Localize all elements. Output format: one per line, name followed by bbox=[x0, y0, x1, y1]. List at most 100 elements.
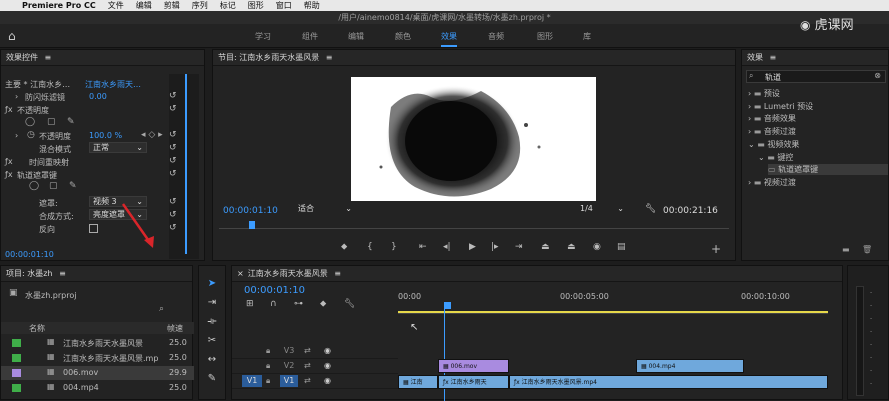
search-input[interactable]: 轨道 bbox=[765, 72, 781, 83]
ripple-edit-icon[interactable]: ⟛ bbox=[205, 316, 219, 330]
reset-icon[interactable]: ↺ bbox=[169, 197, 177, 207]
app-menu[interactable]: Premiere Pro CC bbox=[22, 1, 96, 10]
ellipse-mask-icon-2[interactable]: ◯ bbox=[29, 181, 39, 191]
play-icon[interactable]: ▶ bbox=[469, 242, 476, 252]
effects-tree-item[interactable]: ▭ 轨道遮罩键 bbox=[768, 164, 888, 176]
menu-clip[interactable]: 剪辑 bbox=[164, 0, 180, 11]
add-marker-icon[interactable]: ⬥ bbox=[341, 242, 347, 252]
timeline-timecode[interactable]: 00:00:01:10 bbox=[244, 285, 305, 296]
label-color-swatch[interactable] bbox=[12, 384, 21, 392]
workspace-tab[interactable]: 效果 bbox=[441, 31, 457, 42]
ellipse-mask-icon[interactable]: ◯ bbox=[25, 117, 35, 127]
program-video-frame[interactable] bbox=[351, 77, 596, 201]
eye-icon[interactable]: ◉ bbox=[324, 346, 331, 355]
project-item[interactable]: ▦ 江南水乡雨天水墨风景.mp 25.0 bbox=[1, 351, 194, 365]
chevron-down-icon[interactable]: ⌄ bbox=[748, 140, 757, 149]
lock-icon[interactable]: 🔒︎ bbox=[266, 376, 270, 386]
source-patch[interactable]: V1 bbox=[242, 375, 262, 387]
sync-lock-icon[interactable]: ⇄ bbox=[304, 346, 311, 355]
go-to-out-icon[interactable]: ⇥ bbox=[515, 242, 523, 252]
blend-mode-select[interactable]: 正常 ⌄ bbox=[89, 142, 147, 153]
clip-path[interactable]: 主要 * 江南水乡… bbox=[5, 79, 70, 90]
new-bin-icon[interactable]: ▬ bbox=[842, 245, 850, 254]
comparison-view-icon[interactable]: ▤ bbox=[617, 242, 626, 252]
keyframe-icon[interactable]: ◂ ◇ ▸ bbox=[141, 130, 163, 140]
col-rate[interactable]: 帧速 bbox=[167, 323, 183, 334]
track-target[interactable]: V3 bbox=[280, 345, 298, 357]
extract-icon[interactable]: ⏏ bbox=[567, 242, 576, 252]
opacity-section[interactable]: 不透明度 bbox=[17, 105, 49, 116]
reset-icon[interactable]: ↺ bbox=[169, 91, 177, 101]
slip-tool-icon[interactable]: ↔ bbox=[205, 354, 219, 368]
pen-tool-icon[interactable]: ✎ bbox=[205, 373, 219, 387]
opacity-value[interactable]: 100.0 % bbox=[89, 131, 122, 140]
time-ruler[interactable]: 00:00 00:00:05:00 00:00:10:00 bbox=[398, 284, 828, 314]
work-area-bar[interactable] bbox=[398, 311, 828, 313]
clip-v1-b[interactable]: ƒx 江南水乡雨天 bbox=[438, 375, 509, 389]
track-select-icon[interactable]: ⇥ bbox=[205, 297, 219, 311]
project-header[interactable]: 项目: 水墨zh ≡ bbox=[1, 266, 192, 282]
track-matte-section[interactable]: 轨道遮罩键 bbox=[17, 170, 57, 181]
workspace-tab[interactable]: 库 bbox=[583, 31, 591, 42]
workspace-tab[interactable]: 颜色 bbox=[395, 31, 411, 42]
linked-select-icon[interactable]: ⊶ bbox=[294, 299, 303, 309]
step-forward-icon[interactable]: |▸ bbox=[491, 242, 499, 252]
track-target[interactable]: V1 bbox=[280, 375, 298, 387]
effects-search[interactable]: ⌕ 轨道 ⊗ bbox=[746, 70, 886, 83]
nest-icon[interactable]: ⊞ bbox=[246, 299, 254, 309]
stopwatch-icon[interactable]: ◷ bbox=[27, 130, 35, 140]
add-marker-icon[interactable]: ⬥ bbox=[320, 299, 326, 309]
workspace-tab[interactable]: 音频 bbox=[488, 31, 504, 42]
program-playhead[interactable] bbox=[249, 221, 255, 229]
clip-v1-c[interactable]: ƒx 江南水乡雨天水墨风景.mp4 bbox=[509, 375, 828, 389]
effects-tree-item[interactable]: › ▬ 音频过渡 bbox=[748, 126, 796, 137]
label-color-swatch[interactable] bbox=[12, 369, 21, 377]
mini-playhead[interactable] bbox=[185, 74, 187, 254]
workspace-tab[interactable]: 组件 bbox=[302, 31, 318, 42]
project-item[interactable]: ▦ 江南水乡雨天水墨风景 25.0 bbox=[1, 336, 194, 350]
eye-icon[interactable]: ◉ bbox=[324, 376, 331, 385]
sync-lock-icon[interactable]: ⇄ bbox=[304, 361, 311, 370]
mark-out-icon[interactable]: } bbox=[391, 242, 397, 252]
selection-tool-icon[interactable]: ➤ bbox=[205, 278, 219, 292]
wrench-icon[interactable]: 🔧︎ bbox=[645, 204, 656, 214]
lock-icon[interactable]: 🔒︎ bbox=[266, 346, 270, 356]
project-item[interactable]: ▦ 004.mp4 25.0 bbox=[1, 381, 194, 395]
clip-v2-004[interactable]: ▦ 004.mp4 bbox=[636, 359, 744, 373]
quality-select[interactable]: 1/4 ⌄ bbox=[577, 204, 627, 215]
clip-v1-a[interactable]: ▦ 江南 bbox=[398, 375, 438, 389]
menu-graphics[interactable]: 图形 bbox=[248, 0, 264, 11]
effects-tree-item[interactable]: › ▬ 视频过渡 bbox=[748, 177, 796, 188]
label-color-swatch[interactable] bbox=[12, 354, 21, 362]
col-name[interactable]: 名称 bbox=[29, 323, 45, 334]
export-frame-icon[interactable]: ◉ bbox=[593, 242, 601, 252]
menu-help[interactable]: 帮助 bbox=[304, 0, 320, 11]
snap-icon[interactable]: ∩ bbox=[270, 299, 277, 309]
effects-header[interactable]: 效果 ≡ bbox=[742, 50, 888, 66]
home-icon[interactable]: ⌂ bbox=[8, 29, 22, 43]
search-bin-icon[interactable]: ⌕ bbox=[159, 304, 164, 314]
effect-controls-timecode[interactable]: 00:00:01:10 bbox=[5, 250, 54, 259]
reset-icon[interactable]: ↺ bbox=[169, 156, 177, 166]
lift-icon[interactable]: ⏏ bbox=[541, 242, 550, 252]
workspace-tab[interactable]: 学习 bbox=[255, 31, 271, 42]
effects-tree-item[interactable]: › ▬ 音频效果 bbox=[748, 113, 796, 124]
lock-icon[interactable]: 🔒︎ bbox=[266, 361, 270, 371]
menu-window[interactable]: 窗口 bbox=[276, 0, 292, 11]
go-to-in-icon[interactable]: ⇤ bbox=[419, 242, 427, 252]
pen-mask-icon-2[interactable]: ✎ bbox=[69, 181, 77, 191]
effects-tree-item[interactable]: ⌄ ▬ 视频效果 bbox=[748, 139, 799, 150]
razor-tool-icon[interactable]: ✂︎ bbox=[205, 335, 219, 349]
reset-icon[interactable]: ↺ bbox=[169, 210, 177, 220]
mark-in-icon[interactable]: { bbox=[367, 242, 373, 252]
reset-icon[interactable]: ↺ bbox=[169, 169, 177, 179]
menu-file[interactable]: 文件 bbox=[108, 0, 124, 11]
effects-tree-item[interactable]: › ▬ Lumetri 预设 bbox=[748, 101, 813, 112]
timeline-header[interactable]: × 江南水乡雨天水墨风景 ≡ bbox=[232, 266, 842, 282]
rect-mask-icon-2[interactable]: ▢ bbox=[49, 181, 58, 191]
reset-icon[interactable]: ↺ bbox=[169, 130, 177, 140]
clip-v2-006[interactable]: ▦ 006.mov bbox=[438, 359, 509, 373]
rect-mask-icon[interactable]: ▢ bbox=[47, 117, 56, 127]
menu-sequence[interactable]: 序列 bbox=[192, 0, 208, 11]
chevron-down-icon[interactable]: ⌄ bbox=[758, 153, 767, 162]
